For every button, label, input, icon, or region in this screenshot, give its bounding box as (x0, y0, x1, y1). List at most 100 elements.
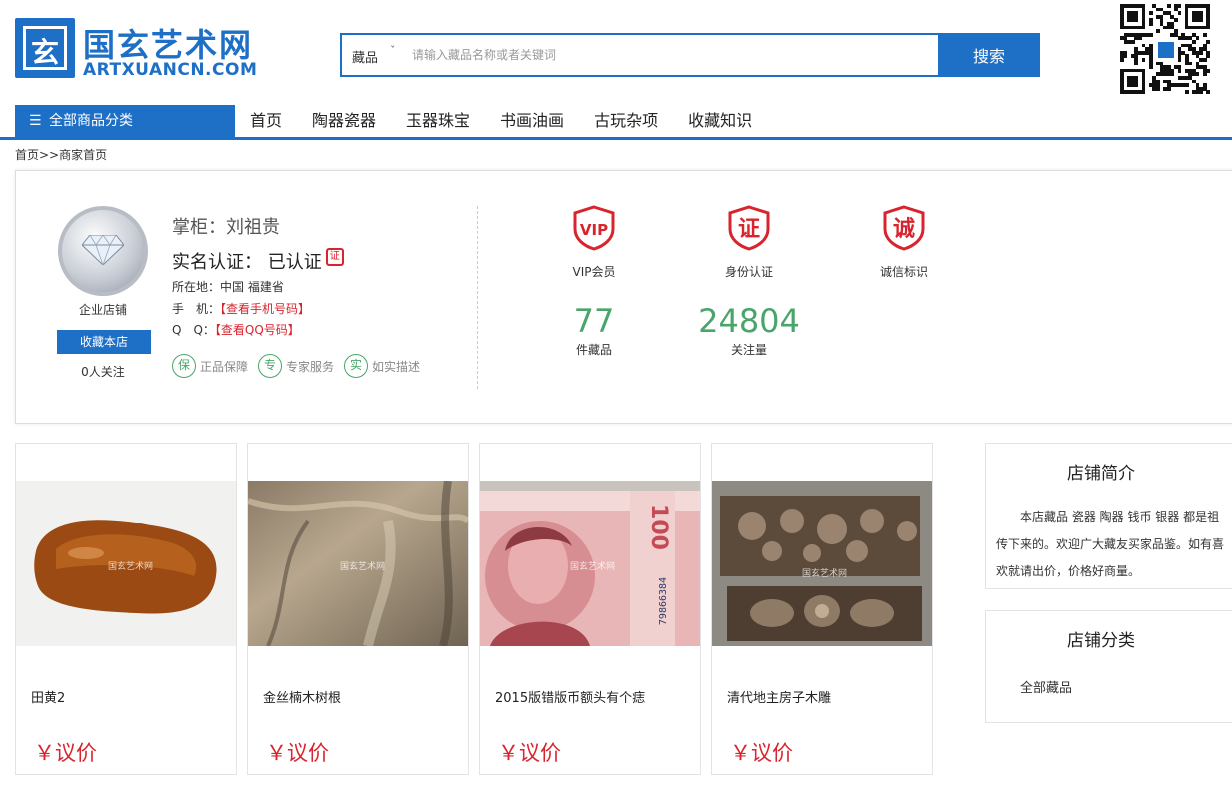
qr-module (1148, 65, 1153, 70)
all-categories-button[interactable]: ☰ 全部商品分类 (15, 105, 235, 137)
search-bar: 藏品 ˇ 搜索 (340, 33, 1040, 77)
location-value: 中国 福建省 (220, 280, 284, 294)
nav-item-home[interactable]: 首页 (235, 105, 297, 137)
accurate-description-icon: 实 (344, 354, 369, 378)
qr-module (1166, 86, 1171, 91)
cert-label: 诚信标识 (879, 265, 928, 279)
stat-label: 关注量 (730, 343, 767, 357)
qr-module (1138, 36, 1142, 41)
verification-status: 实名认证： 已认证证 (172, 248, 344, 274)
wood-carving-image (712, 481, 932, 646)
cert-integrity: 诚 诚信标识 (864, 205, 944, 280)
followers-count: 0人关注 (81, 365, 125, 379)
qr-module (1199, 90, 1204, 95)
phone-line: 手 机：【查看手机号码】 (172, 300, 310, 317)
qr-module (1120, 58, 1124, 62)
qr-module (1148, 22, 1153, 26)
image-watermark: 国玄艺术网 (570, 562, 616, 572)
stat-label: 件藏品 (575, 343, 612, 357)
view-qq-link[interactable]: 【查看QQ号码】 (215, 323, 300, 337)
stat-follows: 24804 关注量 (689, 301, 809, 358)
nav-item-antiques[interactable]: 古玩杂项 (579, 105, 673, 137)
shop-avatar (58, 206, 148, 296)
qr-module (1123, 54, 1128, 59)
qr-module (1206, 40, 1211, 44)
search-category-select[interactable]: 藏品 (352, 47, 378, 66)
location-label: 所在地： (172, 280, 221, 294)
product-price: ￥议价 (730, 741, 793, 765)
search-button[interactable]: 搜索 (938, 33, 1040, 77)
shop-intro-panel: 店铺简介 本店藏品 瓷器 陶器 钱币 银器 都是祖传下来的。欢迎广大藏友买家品鉴… (985, 443, 1232, 589)
nav-item-knowledge[interactable]: 收藏知识 (673, 105, 767, 137)
logo-mark-icon: 玄 (15, 18, 75, 78)
qr-module (1199, 50, 1204, 55)
product-title[interactable]: 田黄2 (31, 687, 65, 706)
product-card[interactable]: 100 79866384 国玄艺术网 2015版错版币额头有个痣 ￥议价 (479, 443, 701, 775)
identity-shield-icon: 证 (728, 205, 770, 251)
shop-category-title: 店铺分类 (1067, 631, 1135, 651)
site-logo[interactable]: 玄 国玄艺术网 ARTXUANCN.COM (15, 18, 275, 80)
qr-finder-pattern (1184, 4, 1210, 30)
view-phone-link[interactable]: 【查看手机号码】 (220, 302, 310, 316)
banknote-denomination: 100 (646, 504, 671, 550)
chevron-down-icon[interactable]: ˇ (390, 44, 396, 57)
qr-module (1202, 58, 1207, 62)
banknote-serial: 79866384 (658, 577, 669, 625)
qr-module (1206, 54, 1211, 59)
qr-code-icon (1120, 4, 1211, 95)
favorite-shop-button[interactable]: 收藏本店 (57, 330, 151, 354)
nav-item-jade[interactable]: 玉器珠宝 (391, 105, 485, 137)
stat-value: 24804 (698, 302, 800, 340)
qr-module (1195, 72, 1200, 77)
vip-shield-icon: VIP (573, 205, 615, 251)
location-line: 所在地：中国 福建省 (172, 278, 284, 295)
product-title[interactable]: 金丝楠木树根 (263, 687, 341, 706)
qr-module (1192, 40, 1196, 44)
logo-domain: ARTXUANCN.COM (83, 60, 258, 80)
qr-module (1177, 4, 1182, 8)
diamond-icon (82, 235, 124, 265)
product-card[interactable]: 国玄艺术网 清代地主房子木雕 ￥议价 (711, 443, 933, 775)
main-nav: ☰ 全部商品分类 首页 陶器瓷器 玉器珠宝 书画油画 古玩杂项 收藏知识 (0, 105, 1232, 140)
guarantee-list: 保正品保障 专专家服务 实如实描述 (172, 354, 430, 378)
qr-module (1202, 72, 1207, 77)
nav-items: 首页 陶器瓷器 玉器珠宝 书画油画 古玩杂项 收藏知识 (235, 105, 767, 137)
guarantee-accurate: 实如实描述 (344, 354, 420, 378)
qr-logo-icon (1156, 40, 1176, 60)
shop-intro-title: 店铺简介 (1067, 464, 1135, 484)
svg-text:证: 证 (738, 217, 760, 242)
qr-module (1202, 32, 1207, 37)
product-title[interactable]: 清代地主房子木雕 (727, 687, 831, 706)
nav-item-paintings[interactable]: 书画油画 (485, 105, 579, 137)
product-title[interactable]: 2015版错版币额头有个痣 (495, 687, 645, 706)
nav-item-ceramics[interactable]: 陶器瓷器 (297, 105, 391, 137)
qr-module (1174, 18, 1178, 23)
qr-module (1148, 11, 1153, 16)
product-card[interactable]: 国玄艺术网 田黄2 ￥议价 (15, 443, 237, 775)
authentic-icon: 保 (172, 354, 196, 378)
product-image[interactable]: 国玄艺术网 (16, 481, 236, 646)
product-image[interactable]: 国玄艺术网 (248, 481, 468, 646)
product-price: ￥议价 (34, 741, 97, 765)
shop-intro-text: 本店藏品 瓷器 陶器 钱币 银器 都是祖传下来的。欢迎广大藏友买家品鉴。如有喜欢… (996, 510, 1225, 578)
verify-status: 已认证 (267, 252, 322, 273)
qr-module (1130, 40, 1135, 44)
product-image[interactable]: 国玄艺术网 (712, 481, 932, 646)
shop-type-label: 企业店铺 (78, 303, 127, 317)
qr-finder-pattern (1120, 68, 1146, 94)
product-image[interactable]: 100 79866384 国玄艺术网 (480, 481, 700, 646)
menu-icon: ☰ (29, 113, 42, 129)
qr-module (1206, 90, 1211, 95)
product-card[interactable]: 国玄艺术网 金丝楠木树根 ￥议价 (247, 443, 469, 775)
breadcrumb[interactable]: 首页>>商家首页 (15, 146, 107, 163)
product-price: ￥议价 (266, 741, 329, 765)
qr-module (1184, 83, 1189, 88)
guarantee-label: 专家服务 (286, 359, 335, 374)
qr-module (1134, 61, 1139, 66)
guarantee-authentic: 保正品保障 (172, 354, 248, 378)
category-item-all[interactable]: 全部藏品 (1020, 677, 1072, 696)
qr-module (1177, 58, 1182, 62)
search-input[interactable] (412, 43, 932, 67)
image-watermark: 国玄艺术网 (802, 569, 848, 579)
shop-info-panel: 企业店铺 收藏本店 0人关注 掌柜：刘祖贵 实名认证： 已认证证 所在地：中国 … (15, 170, 1232, 424)
